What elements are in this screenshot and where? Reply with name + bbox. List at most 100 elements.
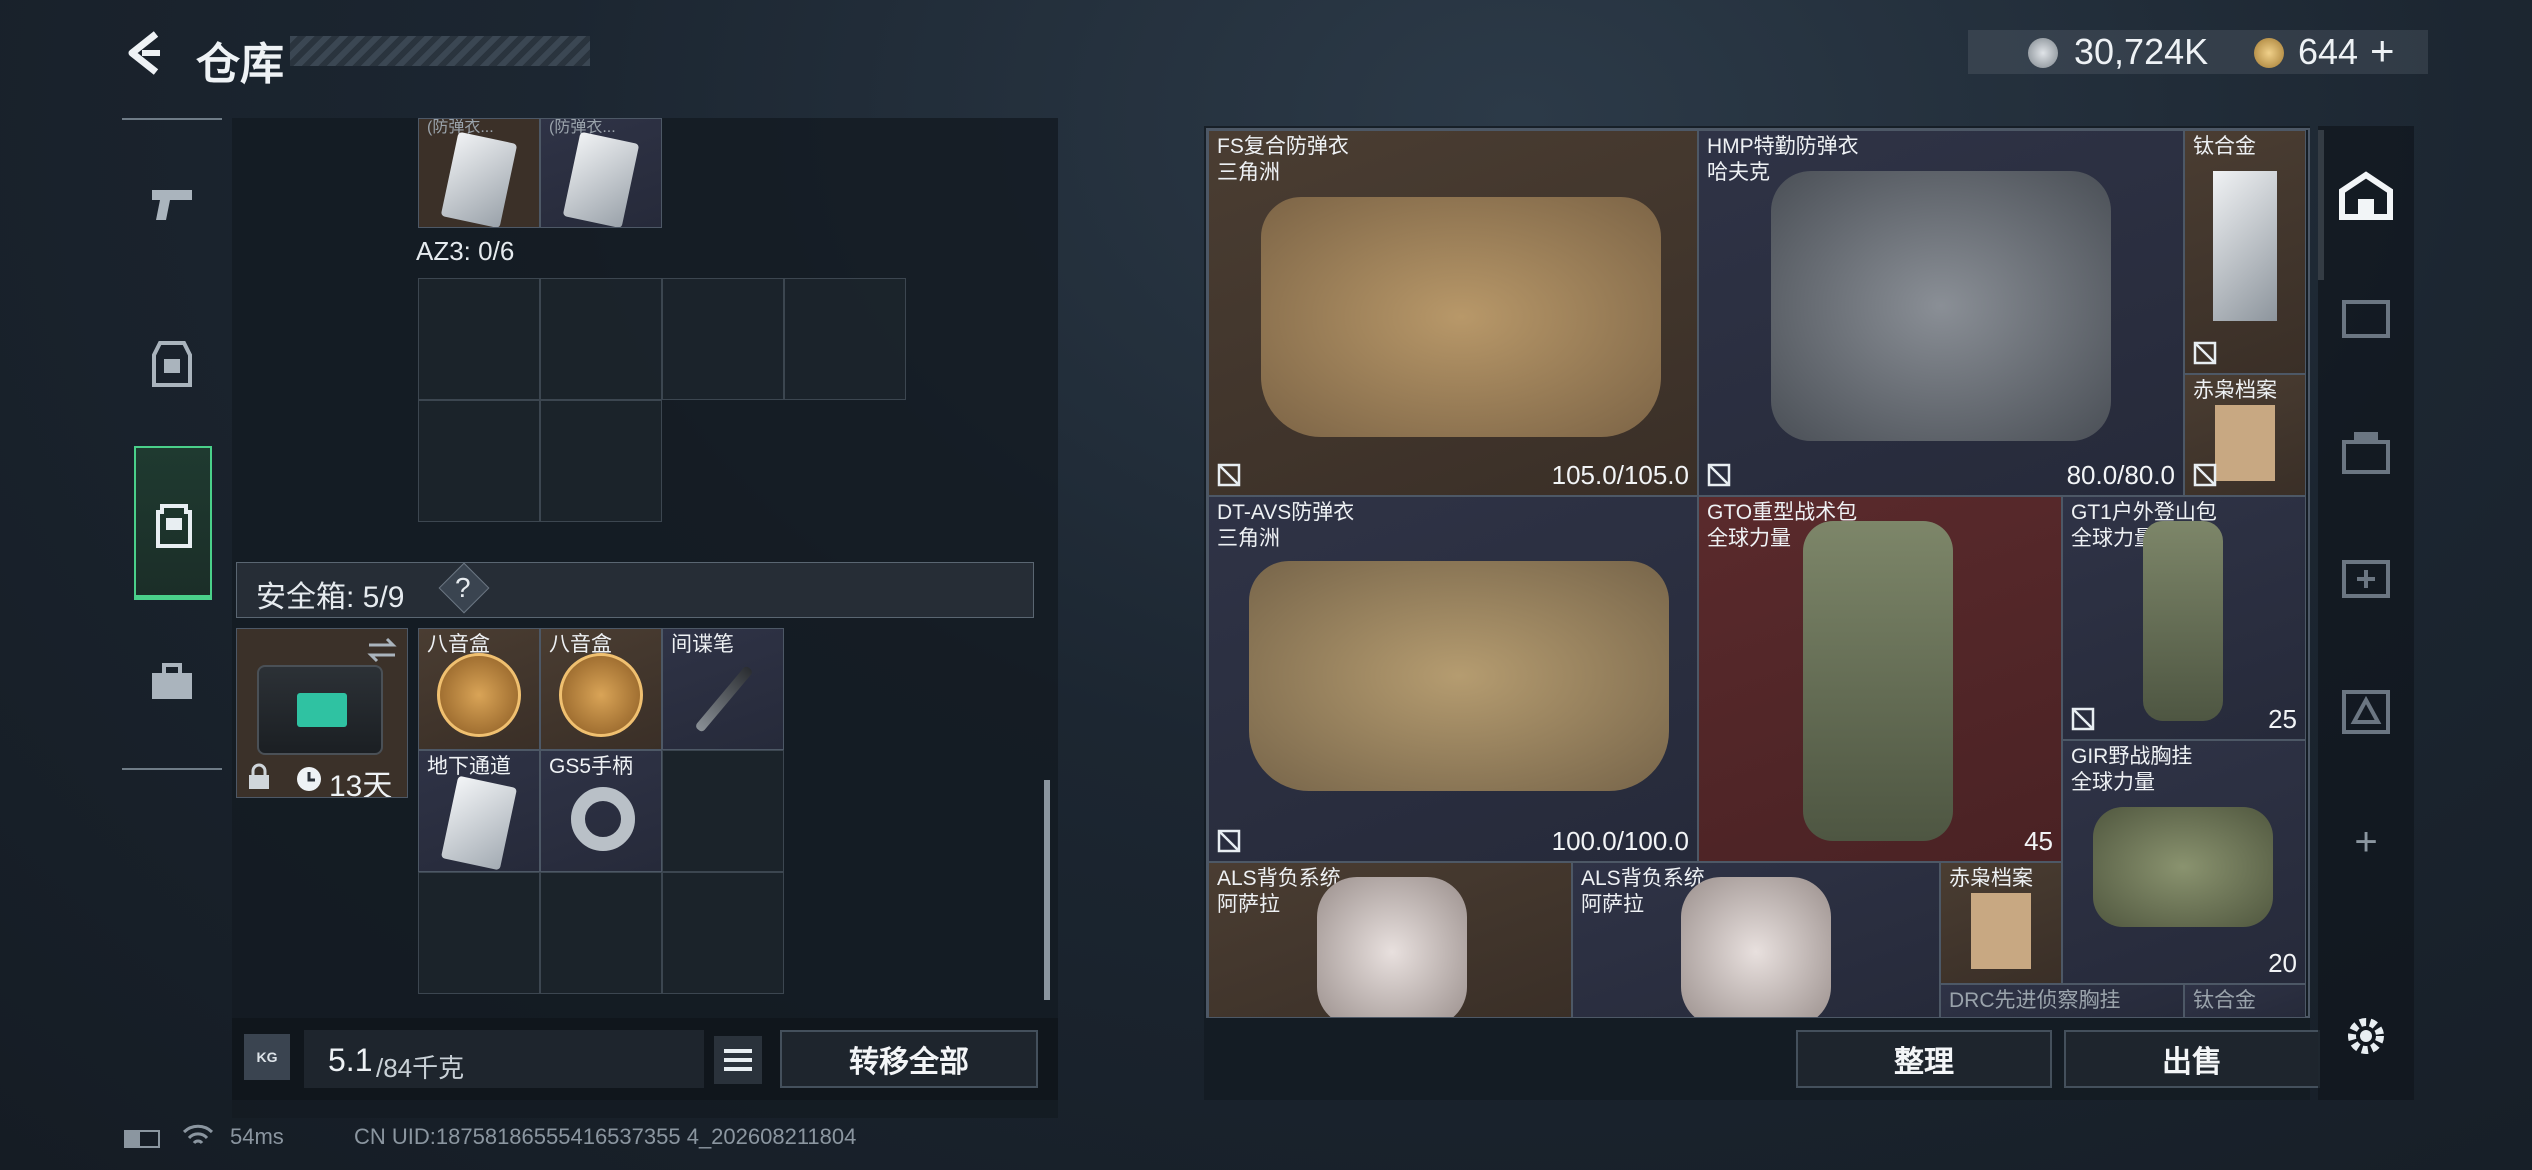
coin-icon — [2028, 38, 2058, 68]
titanium-icon — [2213, 171, 2277, 321]
grid-cell[interactable] — [540, 400, 662, 522]
gear-icon — [2348, 1018, 2384, 1054]
sort-button[interactable]: 整理 — [1796, 1030, 2052, 1088]
safebox-label: 安全箱: 5/9 — [256, 581, 405, 614]
stash-item-material[interactable]: 钛合金 — [2184, 984, 2306, 1018]
briefcase-icon — [152, 663, 192, 699]
item-slot-top-1[interactable]: (防弹衣... — [418, 118, 540, 228]
stash-tab-3[interactable] — [2330, 418, 2402, 490]
grid-cell[interactable] — [662, 278, 784, 400]
weight-kg-icon: KG — [244, 1034, 290, 1080]
stash-item-backpack[interactable]: ALS背负系统 阿萨拉 — [1208, 862, 1572, 1018]
stash-item-armor[interactable]: HMP特勤防弹衣 哈夫克 80.0/80.0 — [1698, 130, 2184, 496]
sidebar-case-tab[interactable] — [130, 640, 214, 724]
clock-icon — [297, 767, 321, 791]
safebox-item[interactable]: 间谍笔 — [662, 628, 784, 750]
house-icon — [2339, 171, 2393, 220]
stash-icon — [2342, 560, 2390, 598]
pistol-icon — [152, 190, 192, 220]
backpack-icon — [1681, 877, 1831, 1017]
stash-item-armor[interactable]: FS复合防弹衣 三角洲 105.0/105.0 — [1208, 130, 1698, 496]
no-trade-icon — [1707, 463, 1731, 487]
safebox-days: 13天 — [329, 770, 393, 798]
az3-label: AZ3: 0/6 — [416, 236, 515, 266]
gold-amount: 644 — [2298, 31, 2359, 72]
armor-vest-icon — [1261, 197, 1661, 437]
sell-button[interactable]: 出售 — [2064, 1030, 2320, 1088]
safebox-item[interactable]: 八音盒 — [540, 628, 662, 750]
grid-cell[interactable] — [418, 278, 540, 400]
grid-cell[interactable] — [540, 872, 662, 994]
safebox-item[interactable]: 八音盒 — [418, 628, 540, 750]
armor-plate-icon — [562, 131, 640, 227]
no-trade-icon — [1217, 829, 1241, 853]
list-view-button[interactable] — [714, 1036, 762, 1084]
stash-tab-5[interactable] — [2330, 676, 2402, 748]
stash-item-chest-rig[interactable]: GIR野战胸挂 全球力量 20 — [2062, 740, 2306, 984]
grid-cell[interactable] — [418, 400, 540, 522]
stash-item-backpack[interactable]: ALS背负系统 阿萨拉 — [1572, 862, 1940, 1018]
stash-item-chest-rig[interactable]: DRC先进侦察胸挂 — [1940, 984, 2184, 1018]
weight-current: 5.1 — [328, 1042, 373, 1078]
help-icon: ? — [455, 572, 471, 603]
add-stash-button[interactable]: + — [2330, 806, 2402, 878]
safebox-case[interactable]: 13天 — [236, 628, 408, 798]
grid-cell[interactable] — [662, 872, 784, 994]
controller-ring-icon — [571, 787, 635, 851]
sidebar-gear-tab[interactable] — [130, 322, 214, 406]
safebox-item[interactable]: 地下通道 — [418, 750, 540, 872]
grid-cell[interactable] — [784, 278, 906, 400]
music-box-icon — [437, 653, 521, 737]
safebox-case-icon — [257, 665, 383, 755]
ping-text: 54ms — [230, 1124, 284, 1149]
stash-tab-2[interactable] — [2330, 282, 2402, 354]
dossier-icon — [1971, 893, 2031, 969]
stash-tab-main[interactable] — [2330, 160, 2402, 232]
settings-button[interactable] — [2330, 1000, 2402, 1072]
page-title: 仓库 — [196, 40, 284, 89]
backpack-icon — [1803, 521, 1953, 841]
title-stripe — [290, 36, 590, 66]
spy-pen-icon — [694, 665, 754, 733]
no-trade-icon — [2193, 463, 2217, 487]
weight-max: /84千克 — [376, 1053, 465, 1083]
armor-plate-icon — [440, 131, 518, 227]
battery-icon — [124, 1130, 160, 1148]
music-box-icon — [559, 653, 643, 737]
sidebar-divider — [122, 118, 222, 120]
no-trade-icon — [2193, 341, 2217, 365]
stash-tab-4[interactable] — [2330, 542, 2402, 614]
stash-item-document[interactable]: 赤枭档案 — [2184, 374, 2306, 496]
stash-item-backpack[interactable]: GT1户外登山包 全球力量 25 — [2062, 496, 2306, 740]
stash-item-backpack[interactable]: GTO重型战术包 全球力量 45 — [1698, 496, 2062, 862]
grid-cell[interactable] — [418, 872, 540, 994]
wifi-icon — [182, 1124, 214, 1145]
armor-vest-icon — [1249, 561, 1669, 791]
backpack-icon — [2143, 521, 2223, 721]
swap-icon — [367, 637, 397, 663]
add-gold-button[interactable]: + — [2370, 27, 2395, 75]
grid-cell[interactable] — [540, 278, 662, 400]
transfer-all-button[interactable]: 转移全部 — [780, 1030, 1038, 1088]
item-slot-top-2[interactable]: (防弹衣... — [540, 118, 662, 228]
document-icon — [440, 775, 518, 871]
safebox-item[interactable]: GS5手柄 — [540, 750, 662, 872]
grid-cell[interactable] — [662, 750, 784, 872]
stash-item-material[interactable]: 钛合金 — [2184, 130, 2306, 374]
stash-icon — [2342, 300, 2390, 338]
armor-vest-icon — [1771, 171, 2111, 441]
back-arrow-icon[interactable] — [120, 28, 170, 78]
left-scrollbar[interactable] — [1044, 780, 1050, 1000]
stash-icon — [2342, 432, 2390, 474]
stash-item-document[interactable]: 赤枭档案 — [1940, 862, 2062, 984]
sidebar-backpack-tab-active[interactable] — [134, 446, 212, 600]
no-trade-icon — [1217, 463, 1241, 487]
stash-icon — [2342, 690, 2390, 734]
no-trade-icon — [2071, 707, 2095, 731]
stash-item-armor[interactable]: DT-AVS防弹衣 三角洲 100.0/100.0 — [1208, 496, 1698, 862]
sidebar-divider-bottom — [122, 768, 222, 770]
dossier-icon — [2215, 405, 2275, 481]
sidebar-weapon-tab[interactable] — [130, 162, 214, 246]
lock-icon — [249, 763, 269, 789]
uid-text: CN UID:18758186555416537355 4_2026082118… — [354, 1124, 857, 1149]
